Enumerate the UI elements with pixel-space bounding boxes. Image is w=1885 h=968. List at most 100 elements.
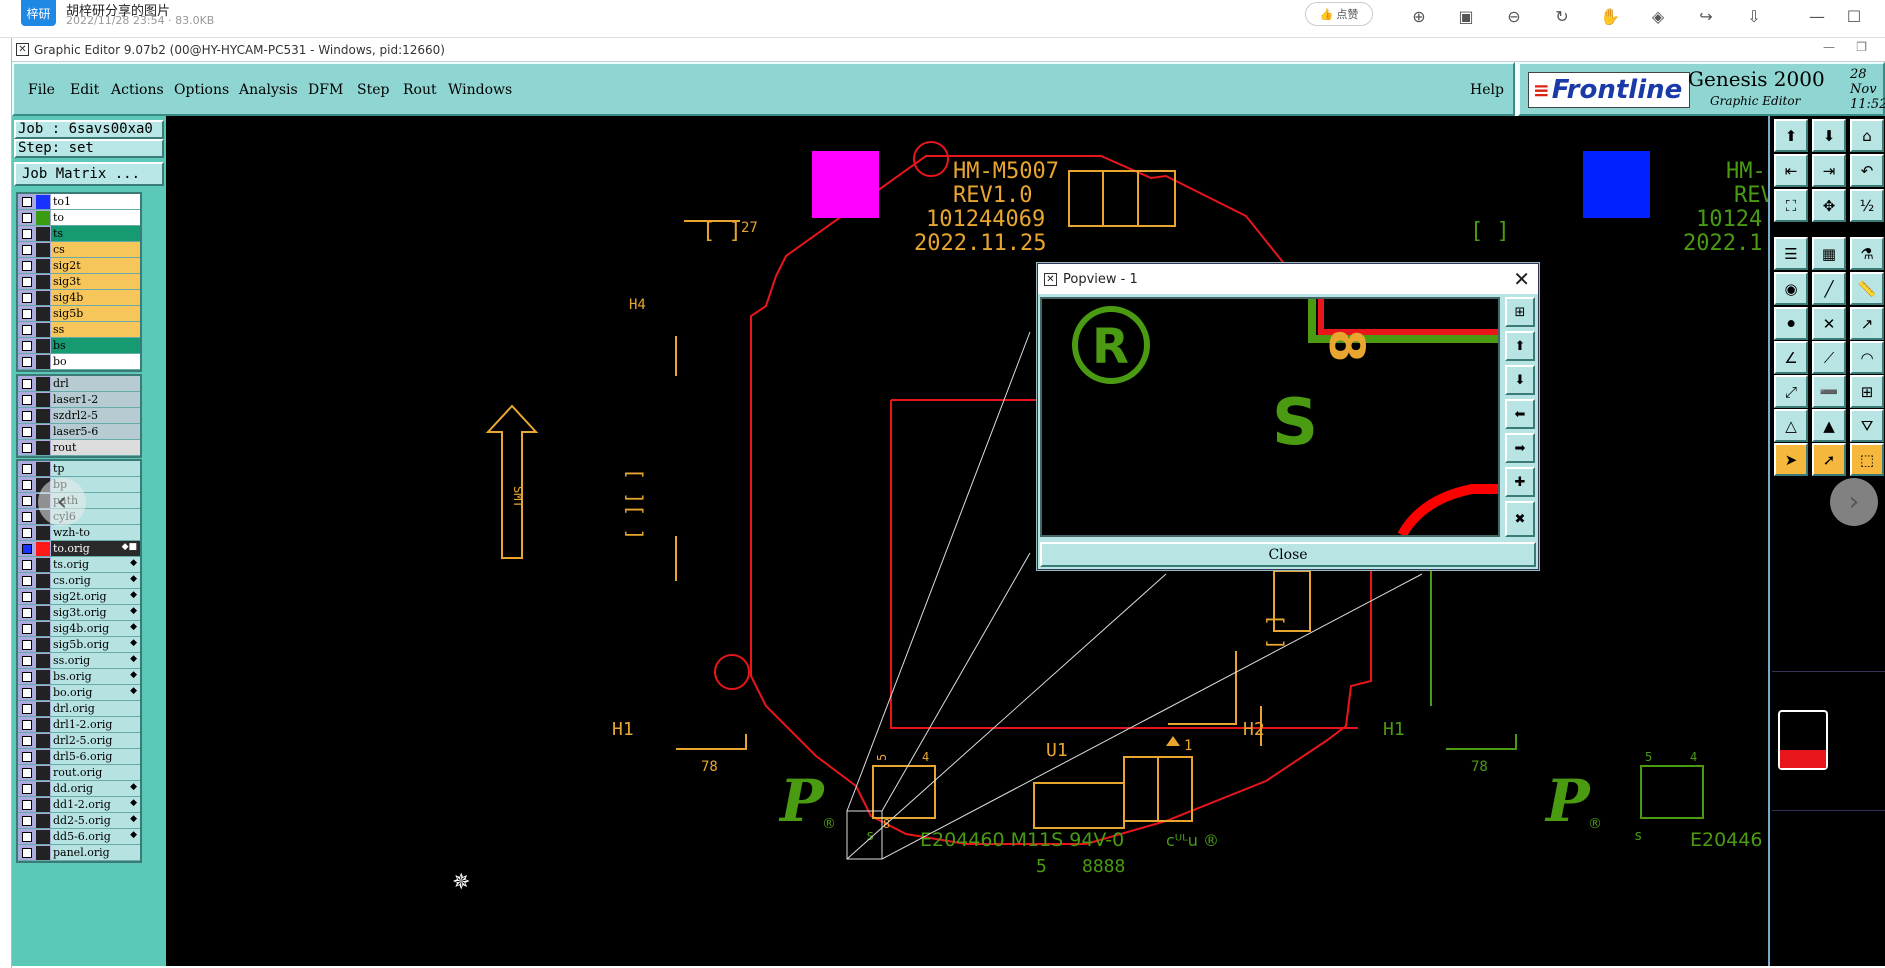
- layer-checkbox[interactable]: [22, 735, 32, 746]
- menu-file[interactable]: File: [28, 82, 55, 98]
- popview-close-button[interactable]: Close: [1040, 542, 1536, 567]
- layer-checkbox[interactable]: [22, 495, 32, 506]
- layer-row[interactable]: ts: [18, 226, 140, 242]
- maximize-icon[interactable]: ☐: [1843, 6, 1865, 28]
- tool-measure-icon[interactable]: ⚗: [1850, 237, 1884, 270]
- layer-checkbox[interactable]: [22, 442, 32, 453]
- tool-arc-icon[interactable]: ◠: [1850, 341, 1884, 374]
- tool-node-icon[interactable]: ⚫: [1774, 307, 1808, 340]
- image-tools-icon[interactable]: ◈: [1647, 6, 1669, 28]
- layer-checkbox[interactable]: [22, 378, 32, 389]
- tool-fit-icon[interactable]: ⛶: [1774, 189, 1808, 222]
- layer-checkbox[interactable]: [22, 607, 32, 618]
- layer-checkbox[interactable]: [22, 463, 32, 474]
- menu-actions[interactable]: Actions: [111, 82, 164, 98]
- layer-checkbox[interactable]: [22, 559, 32, 570]
- layer-checkbox[interactable]: [22, 228, 32, 239]
- layer-row[interactable]: dd.orig ◆: [18, 781, 140, 797]
- layer-row[interactable]: drl2-5.orig: [18, 733, 140, 749]
- layer-row[interactable]: wzh-to: [18, 525, 140, 541]
- popview-pan-down-button[interactable]: ⬇: [1505, 365, 1535, 395]
- tool-select-area-icon[interactable]: ⬚: [1850, 443, 1884, 476]
- layer-checkbox[interactable]: [22, 426, 32, 437]
- layer-row[interactable]: tp: [18, 461, 140, 477]
- layer-checkbox[interactable]: [22, 527, 32, 538]
- popview-zoom-out-button[interactable]: ✖: [1505, 501, 1535, 537]
- layer-checkbox[interactable]: [22, 767, 32, 778]
- zoom-out-icon[interactable]: ⊖: [1503, 6, 1525, 28]
- layer-row[interactable]: dd2-5.orig ◆: [18, 813, 140, 829]
- menu-rout[interactable]: Rout: [403, 82, 437, 98]
- layer-checkbox[interactable]: [22, 831, 32, 842]
- layer-checkbox[interactable]: [22, 671, 32, 682]
- layer-row[interactable]: sig4b.orig ◆: [18, 621, 140, 637]
- tool-angle-icon[interactable]: ∠: [1774, 341, 1808, 374]
- window-minimize-icon[interactable]: —: [1823, 40, 1835, 54]
- next-image-icon[interactable]: ›: [1830, 478, 1878, 526]
- layer-row[interactable]: bs: [18, 338, 140, 354]
- share-icon[interactable]: ↪: [1695, 6, 1717, 28]
- tool-break-icon[interactable]: ⤢: [1774, 375, 1808, 408]
- layer-row[interactable]: dd1-2.orig ◆: [18, 797, 140, 813]
- menu-edit[interactable]: Edit: [70, 82, 99, 98]
- tool-tri-a-icon[interactable]: △: [1774, 409, 1808, 442]
- layer-checkbox[interactable]: [22, 276, 32, 287]
- menu-analysis[interactable]: Analysis: [239, 82, 298, 98]
- menu-step[interactable]: Step: [357, 82, 389, 98]
- popview-canvas[interactable]: R 8 S: [1040, 297, 1500, 538]
- menu-dfm[interactable]: DFM: [308, 82, 343, 98]
- tool-edit-line-icon[interactable]: ⟋: [1812, 341, 1846, 374]
- layer-checkbox[interactable]: [22, 591, 32, 602]
- tool-arrow-icon[interactable]: ↗: [1850, 307, 1884, 340]
- layer-row[interactable]: sig3t: [18, 274, 140, 290]
- tool-snap-right-icon[interactable]: ⇥: [1812, 154, 1846, 187]
- tool-tri-b-icon[interactable]: ▲: [1812, 409, 1846, 442]
- tool-move-down-icon[interactable]: ⬇: [1812, 119, 1846, 152]
- tool-grid-icon[interactable]: ▦: [1812, 237, 1846, 270]
- layer-checkbox[interactable]: [22, 623, 32, 634]
- tool-line-icon[interactable]: ╱: [1812, 272, 1846, 305]
- tool-select-box-icon[interactable]: ➚: [1812, 443, 1846, 476]
- popview-zoom-in-button[interactable]: ✚: [1505, 467, 1535, 497]
- layer-row[interactable]: laser5-6: [18, 424, 140, 440]
- layer-row[interactable]: sig2t.orig ◆: [18, 589, 140, 605]
- tool-pad-icon[interactable]: ◉: [1774, 272, 1808, 305]
- layer-row[interactable]: sig2t: [18, 258, 140, 274]
- layer-row[interactable]: panel.orig: [18, 845, 140, 861]
- layer-checkbox[interactable]: [22, 308, 32, 319]
- layer-row[interactable]: drl: [18, 376, 140, 392]
- popview-pan-left-button[interactable]: ⬅: [1505, 399, 1535, 429]
- zoom-in-icon[interactable]: ⊕: [1408, 6, 1430, 28]
- layer-row[interactable]: to1: [18, 194, 140, 210]
- layer-row[interactable]: drl5-6.orig: [18, 749, 140, 765]
- tool-ruler-icon[interactable]: 📏: [1850, 272, 1884, 305]
- layer-checkbox[interactable]: [22, 324, 32, 335]
- popview-fit-button[interactable]: ⊞: [1505, 297, 1535, 327]
- tool-layer-icon[interactable]: ☰: [1774, 237, 1808, 270]
- layer-row[interactable]: rout: [18, 440, 140, 456]
- layer-row[interactable]: cs.orig ◆: [18, 573, 140, 589]
- layer-checkbox[interactable]: [22, 815, 32, 826]
- layer-row[interactable]: drl.orig: [18, 701, 140, 717]
- tool-move-up-icon[interactable]: ⬆: [1774, 119, 1808, 152]
- popview-close-icon[interactable]: ✕: [1513, 267, 1530, 291]
- layer-checkbox[interactable]: [22, 292, 32, 303]
- tool-tri-c-icon[interactable]: ⛛: [1850, 409, 1884, 442]
- tool-bridge-icon[interactable]: ⊞: [1850, 375, 1884, 408]
- layer-row[interactable]: sig5b.orig ◆: [18, 637, 140, 653]
- job-matrix-button[interactable]: Job Matrix ...: [14, 162, 164, 186]
- layer-checkbox[interactable]: [22, 260, 32, 271]
- previous-image-icon[interactable]: ‹: [38, 478, 86, 526]
- layer-checkbox[interactable]: [22, 543, 32, 554]
- layer-row[interactable]: ss.orig ◆: [18, 653, 140, 669]
- layer-row[interactable]: rout.orig: [18, 765, 140, 781]
- layer-checkbox[interactable]: [22, 196, 32, 207]
- layer-checkbox[interactable]: [22, 783, 32, 794]
- popview-pan-right-button[interactable]: ➡: [1505, 433, 1535, 463]
- like-button[interactable]: 👍 点赞: [1305, 2, 1373, 26]
- board-thumbnail[interactable]: [1778, 710, 1828, 770]
- layer-row[interactable]: sig4b: [18, 290, 140, 306]
- layer-row[interactable]: to.orig ◆■: [18, 541, 140, 557]
- layer-row[interactable]: ss: [18, 322, 140, 338]
- layer-row[interactable]: szdrl2-5: [18, 408, 140, 424]
